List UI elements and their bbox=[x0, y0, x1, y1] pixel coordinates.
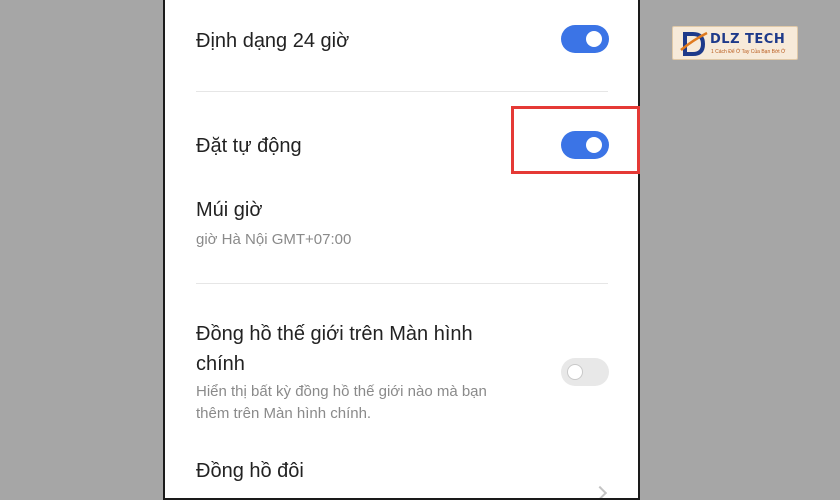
divider bbox=[196, 283, 608, 284]
timezone-value: giờ Hà Nội GMT+07:00 bbox=[196, 231, 352, 248]
logo-mark-icon bbox=[680, 31, 708, 56]
toggle-knob bbox=[567, 364, 583, 380]
timezone-label: Múi giờ bbox=[196, 199, 263, 221]
format-24h-row[interactable]: Định dạng 24 giờ bbox=[196, 24, 608, 64]
toggle-knob bbox=[586, 31, 602, 47]
world-clock-description-line1: Hiển thị bất kỳ đồng hồ thế giới nào mà … bbox=[196, 383, 487, 400]
auto-set-label: Đặt tự động bbox=[196, 135, 302, 157]
timezone-row[interactable]: Múi giờ giờ Hà Nội GMT+07:00 bbox=[196, 192, 608, 256]
logo-name: DLZ TECH bbox=[710, 32, 786, 47]
world-clock-toggle[interactable] bbox=[561, 358, 609, 386]
dual-clock-row[interactable]: Đồng hồ đôi bbox=[196, 454, 608, 498]
dual-clock-label: Đồng hồ đôi bbox=[196, 460, 304, 482]
world-clock-description-line2: thêm trên Màn hình chính. bbox=[196, 405, 372, 422]
world-clock-row[interactable]: Đồng hồ thế giới trên Màn hình chính Hiể… bbox=[196, 316, 608, 428]
world-clock-label-line1: Đồng hồ thế giới trên Màn hình bbox=[196, 323, 473, 345]
logo-tagline: 1 Cách Để Ở Tay Của Bạn Bớt Ở bbox=[711, 49, 786, 55]
format-24h-toggle[interactable] bbox=[561, 25, 609, 53]
brand-logo: DLZ TECH 1 Cách Để Ở Tay Của Bạn Bớt Ở bbox=[672, 26, 798, 60]
divider bbox=[196, 91, 608, 92]
settings-screen: Định dạng 24 giờ Đặt tự động Múi giờ giờ… bbox=[163, 0, 640, 500]
world-clock-label-line2: chính bbox=[196, 353, 245, 375]
format-24h-label: Định dạng 24 giờ bbox=[196, 30, 350, 52]
highlight-box bbox=[511, 106, 640, 174]
